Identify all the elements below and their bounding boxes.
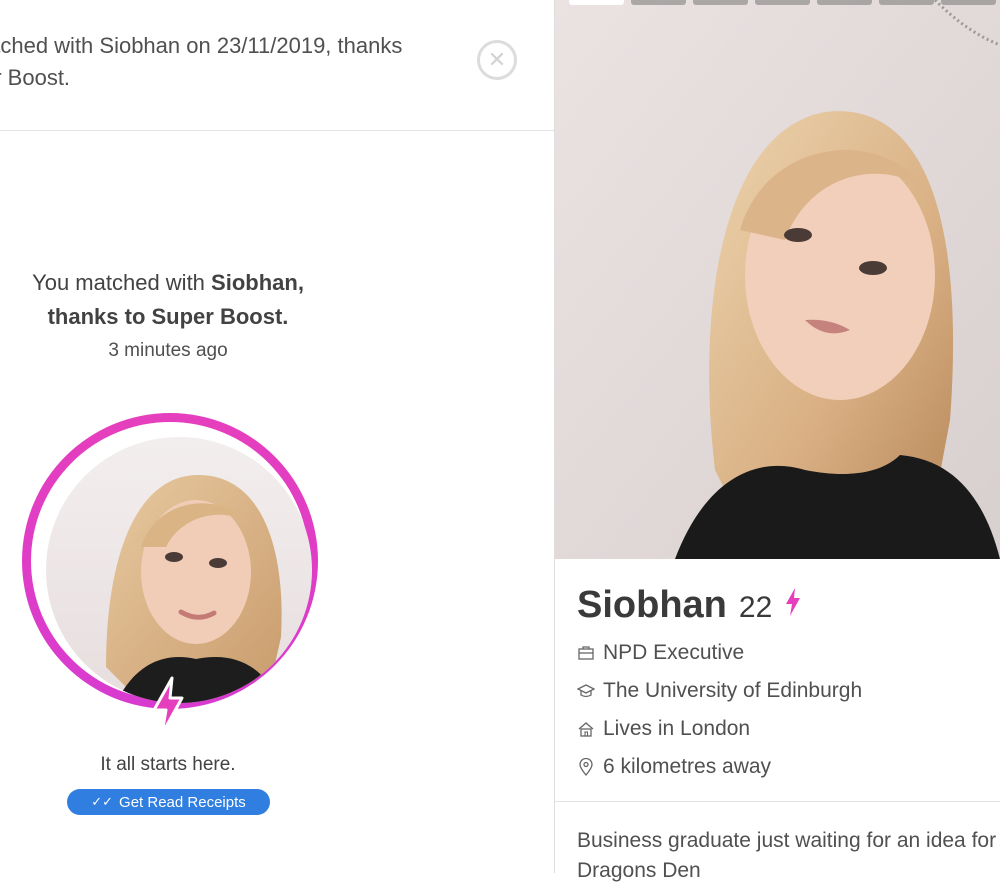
photo-indicator[interactable] [693, 0, 748, 5]
avatar[interactable] [46, 437, 312, 703]
location-text: Lives in London [603, 717, 751, 740]
photo-indicator[interactable] [631, 0, 686, 5]
briefcase-icon [578, 646, 594, 660]
profile-name: Siobhan [577, 584, 727, 626]
profile-name-row: Siobhan 22 [577, 584, 802, 627]
match-banner: atched with Siobhan on 23/11/2019, thank… [0, 0, 554, 131]
match-line-2: thanks to Super Boost. [47, 304, 289, 329]
photo-indicator[interactable] [879, 0, 934, 5]
photo-progress-bar [569, 0, 996, 5]
match-suffix: , [297, 270, 304, 295]
super-boost-icon [786, 588, 801, 616]
super-boost-icon [152, 676, 184, 736]
banner-line-1: atched with Siobhan on 23/11/2019, thank… [0, 33, 403, 58]
banner-text: atched with Siobhan on 23/11/2019, thank… [0, 30, 472, 94]
school-row: The University of Edinburgh [577, 679, 862, 703]
receipts-label: Get Read Receipts [119, 793, 246, 811]
photo-indicator[interactable] [817, 0, 872, 5]
distance-text: 6 kilometres away [603, 755, 772, 778]
section-divider [555, 801, 1000, 802]
profile-age: 22 [738, 591, 773, 624]
job-row: NPD Executive [577, 641, 744, 665]
tagline: It all starts here. [100, 754, 236, 775]
match-panel: atched with Siobhan on 23/11/2019, thank… [0, 0, 554, 873]
profile-panel: Siobhan 22 NPD Executive The University … [555, 0, 1000, 882]
photo-indicator[interactable] [941, 0, 996, 5]
distance-row: 6 kilometres away [577, 755, 771, 779]
location-pin-icon [579, 758, 593, 776]
close-icon[interactable]: ✕ [477, 40, 517, 80]
profile-bio: Business graduate just waiting for an id… [577, 829, 997, 882]
home-icon [578, 722, 594, 737]
match-timestamp: 3 minutes ago [108, 340, 228, 361]
job-title: NPD Executive [603, 641, 745, 664]
photo-indicator[interactable] [755, 0, 810, 5]
graduation-cap-icon [577, 684, 595, 698]
double-check-icon: ✓✓ [91, 794, 114, 809]
match-prefix: You matched with [32, 270, 212, 295]
banner-line-2: er Boost. [0, 65, 71, 90]
profile-photo[interactable] [555, 0, 1000, 559]
get-read-receipts-button[interactable]: ✓✓ Get Read Receipts [67, 789, 270, 815]
location-row: Lives in London [577, 717, 750, 741]
photo-indicator[interactable] [569, 0, 624, 5]
match-heading: You matched with Siobhan, thanks to Supe… [0, 266, 336, 334]
school-name: The University of Edinburgh [603, 679, 863, 702]
match-name: Siobhan [211, 270, 298, 295]
avatar-ring [22, 413, 318, 709]
